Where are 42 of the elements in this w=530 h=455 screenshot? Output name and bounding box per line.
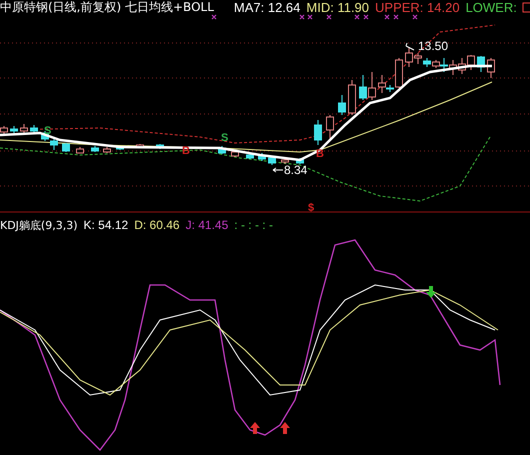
candlestick — [268, 156, 276, 166]
candlestick — [348, 80, 356, 116]
signal-label: S — [221, 133, 228, 144]
low-price-label: 8.34 — [284, 164, 308, 176]
arrow-icon — [272, 168, 284, 172]
sell-arrow-icon — [426, 286, 436, 298]
candlestick — [62, 142, 70, 152]
indicator-value: J: 41.45 — [186, 219, 228, 231]
candlestick — [10, 126, 18, 134]
high-price-label: 13.50 — [418, 40, 448, 52]
candlestick — [338, 94, 346, 116]
candlestick — [91, 146, 99, 152]
candlestick — [258, 152, 266, 162]
arrow-icon — [406, 42, 414, 50]
candlestick — [30, 124, 38, 134]
candlestick — [487, 58, 495, 78]
indicator-value: LOWER: — [466, 0, 517, 14]
candlestick — [246, 152, 254, 160]
indicator-value: : - : - : - — [234, 219, 273, 231]
buy-arrow-icon — [250, 422, 260, 434]
buy-arrow-icon — [280, 422, 290, 434]
signal-label: $ — [308, 203, 314, 214]
indicator-value: MA7: 12.64 — [234, 0, 300, 14]
candlestick — [218, 146, 226, 154]
indicator-title: KDJ躺底(9,3,3) — [0, 220, 78, 230]
indicator-value: D: 60.46 — [134, 219, 180, 231]
signal-label: B — [316, 149, 324, 160]
candlestick — [116, 146, 124, 150]
candlestick — [103, 146, 111, 154]
chart-title: 中原特钢(日线,前复权) 七日均线+BOLL — [0, 1, 214, 13]
indicator-value: K: 54.12 — [84, 219, 128, 231]
candlestick — [20, 124, 28, 134]
indicator-value: MID: 11.90 — [306, 0, 370, 14]
candlestick — [76, 146, 84, 154]
candlestick — [477, 56, 485, 72]
candlestick — [296, 158, 304, 164]
candlestick — [0, 126, 8, 134]
candlestick — [281, 158, 289, 164]
candlestick — [231, 150, 239, 158]
candlestick — [314, 120, 322, 146]
indicator-value: UPPER: 14.20 — [375, 0, 460, 14]
candlestick — [326, 114, 334, 140]
